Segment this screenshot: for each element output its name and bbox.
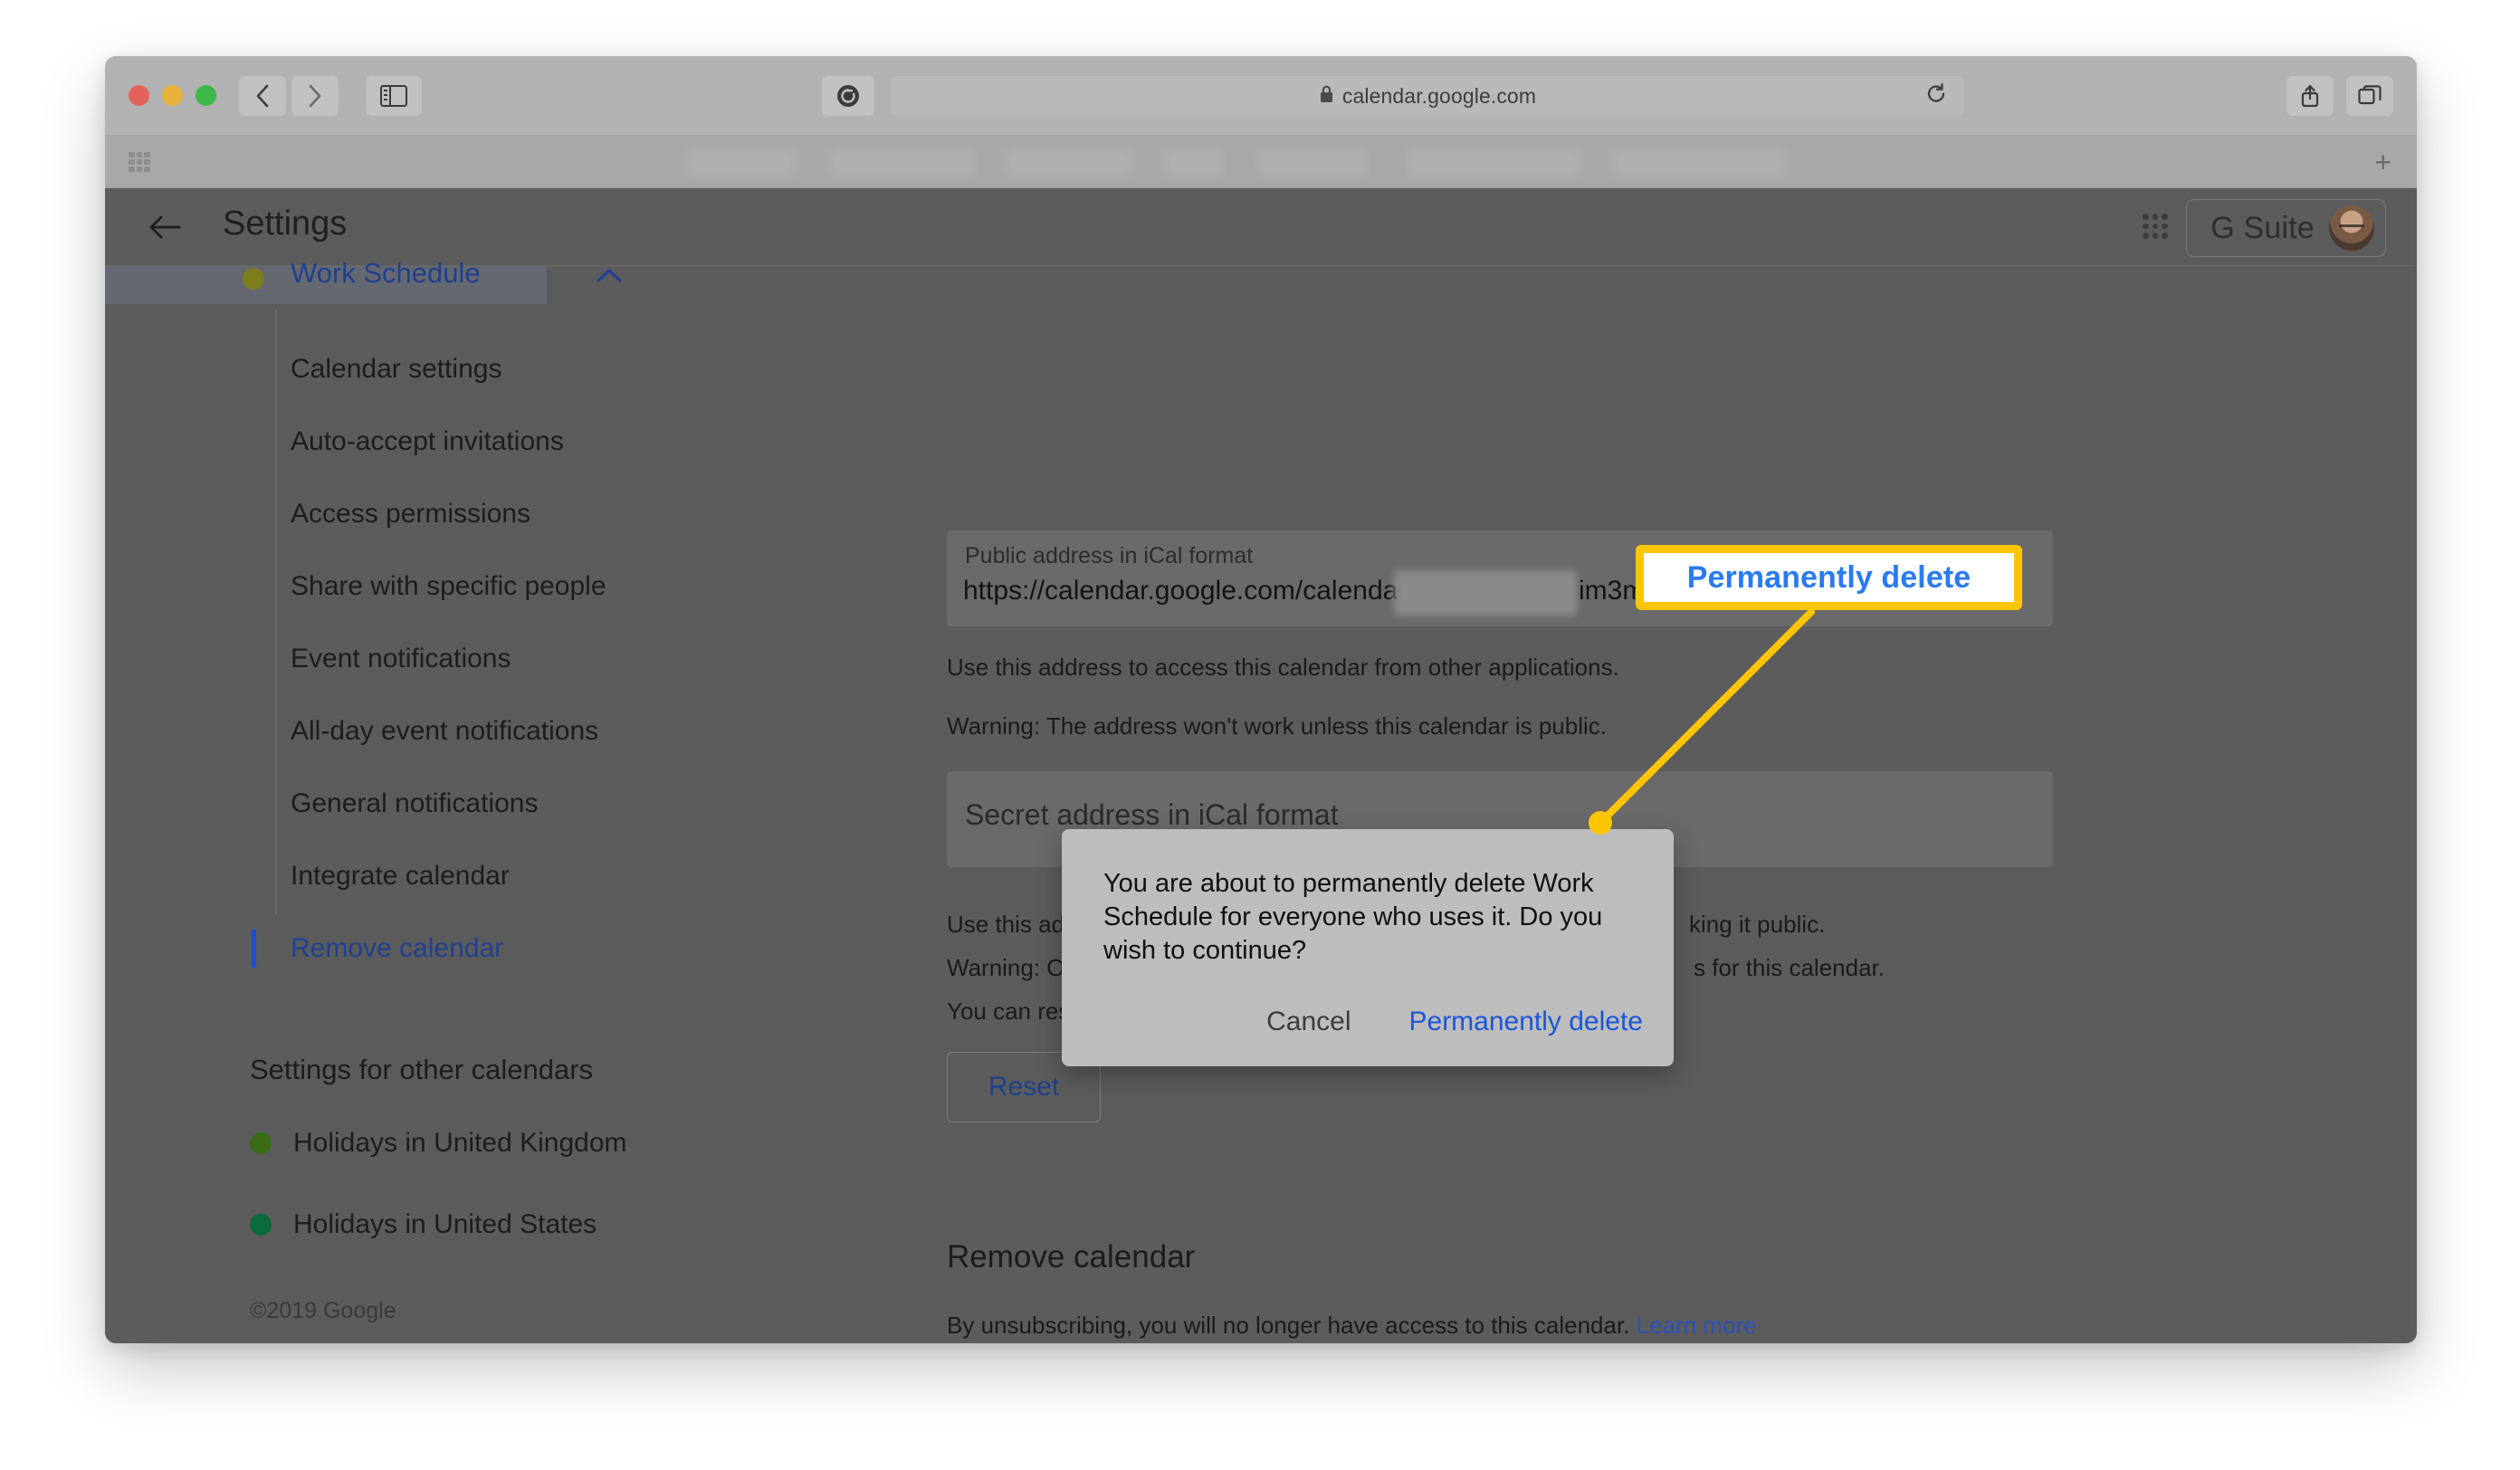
- sidebar-divider: [275, 310, 277, 914]
- bookmark-item[interactable]: [1164, 148, 1222, 176]
- sidebar-item-event-notifications[interactable]: Event notifications: [291, 644, 511, 674]
- maximize-window-button[interactable]: [196, 85, 216, 106]
- sidebar-item-integrate-calendar[interactable]: Integrate calendar: [291, 861, 510, 892]
- gsuite-account-chip[interactable]: G Suite: [2186, 199, 2386, 257]
- public-address-help: Use this address to access this calendar…: [947, 654, 1619, 681]
- cancel-button[interactable]: Cancel: [1266, 1007, 1351, 1037]
- unsubscribe-help: By unsubscribing, you will no longer hav…: [947, 1312, 1757, 1340]
- redacted-address-segment: [1394, 570, 1577, 616]
- public-address-prefix: https://calendar.google.com/calendar/ica…: [963, 576, 1463, 606]
- sidebar-item-general-notifications[interactable]: General notifications: [291, 788, 539, 819]
- public-address-label: Public address in iCal format: [965, 543, 1254, 568]
- window-controls: [129, 85, 216, 106]
- sidebar-item-share-with-specific-people[interactable]: Share with specific people: [291, 571, 606, 602]
- app-header: Settings G Suite: [105, 188, 2417, 266]
- settings-sidebar: Work Schedule Calendar settings Auto-acc…: [105, 257, 820, 1343]
- other-calendars-heading: Settings for other calendars: [250, 1054, 594, 1085]
- back-button[interactable]: [239, 76, 286, 116]
- secret-address-label: Secret address in iCal format: [965, 798, 1339, 831]
- sidebar-item-auto-accept-invitations[interactable]: Auto-accept invitations: [291, 426, 564, 457]
- bookmark-item[interactable]: [689, 148, 796, 176]
- reload-icon[interactable]: [1924, 82, 1948, 110]
- annotation-callout: Permanently delete: [1636, 545, 2022, 610]
- sidebar-other-calendar-uk[interactable]: Holidays in United Kingdom: [250, 1128, 627, 1159]
- dialog-message: You are about to permanently delete Work…: [1103, 869, 1603, 966]
- secret-warning-start: Warning: On: [947, 954, 1078, 981]
- minimize-window-button[interactable]: [162, 85, 183, 106]
- public-address-warning: Warning: The address won't work unless t…: [947, 712, 1607, 740]
- sidebar-toggle-button[interactable]: [366, 76, 422, 116]
- browser-toolbar: calendar.google.com: [105, 56, 2417, 136]
- page-title: Settings: [223, 205, 348, 243]
- sidebar-calendar-label: Work Schedule: [291, 257, 481, 289]
- sidebar-item-calendar-settings[interactable]: Calendar settings: [291, 354, 501, 385]
- permanently-delete-button[interactable]: Permanently delete: [1409, 1007, 1644, 1037]
- dialog-actions: Cancel Permanently delete: [1266, 1007, 1643, 1037]
- bookmark-item[interactable]: [1006, 148, 1132, 176]
- bookmark-item[interactable]: [1612, 148, 1784, 176]
- annotation-callout-text: Permanently delete: [1686, 559, 1971, 595]
- secret-reset-help: You can res: [947, 998, 1071, 1025]
- calendar-settings-app: Settings G Suite Work Schedule Calendar …: [105, 188, 2417, 1343]
- other-calendar-label: Holidays in United Kingdom: [293, 1128, 627, 1158]
- browser-window: calendar.google.com + Settings G Suite W…: [105, 56, 2417, 1343]
- bookmark-item[interactable]: [1408, 148, 1580, 176]
- reader-view-button[interactable]: [822, 76, 874, 116]
- sidebar-calendar-work-schedule[interactable]: Work Schedule: [105, 257, 622, 304]
- avatar[interactable]: [2329, 205, 2374, 251]
- tab-overview-button[interactable]: [2346, 76, 2393, 116]
- secret-help-start: Use this add: [947, 911, 1078, 938]
- forward-button[interactable]: [291, 76, 339, 116]
- chevron-up-icon[interactable]: [594, 266, 625, 291]
- bookmarks-bar: +: [105, 136, 2417, 188]
- close-window-button[interactable]: [129, 85, 149, 106]
- calendar-color-dot: [243, 268, 264, 290]
- calendar-color-dot: [250, 1214, 272, 1236]
- sidebar-item-all-day-event-notifications[interactable]: All-day event notifications: [291, 716, 598, 747]
- bookmark-item[interactable]: [829, 148, 974, 176]
- lock-icon: [1319, 84, 1334, 108]
- gsuite-label: G Suite: [2210, 210, 2315, 245]
- new-tab-button[interactable]: +: [2374, 147, 2391, 177]
- navigation-buttons: [239, 76, 339, 116]
- active-item-indicator: [252, 930, 256, 968]
- remove-calendar-heading: Remove calendar: [947, 1239, 1196, 1274]
- unsubscribe-learn-more-link[interactable]: Learn more: [1637, 1312, 1757, 1339]
- url-text: calendar.google.com: [1341, 83, 1537, 108]
- calendar-color-dot: [250, 1132, 272, 1154]
- other-calendar-label: Holidays in United States: [293, 1209, 597, 1239]
- bookmark-item[interactable]: [1259, 148, 1366, 176]
- sidebar-other-calendar-us[interactable]: Holidays in United States: [250, 1209, 597, 1240]
- settings-main-panel: Public address in iCal format https://ca…: [820, 266, 2417, 1343]
- google-apps-grid-icon[interactable]: [2143, 214, 2168, 239]
- bookmarks-grid-icon[interactable]: [129, 152, 150, 172]
- sidebar-item-access-permissions[interactable]: Access permissions: [291, 499, 530, 530]
- toolbar-right-buttons: [2286, 76, 2393, 116]
- share-button[interactable]: [2286, 76, 2334, 116]
- secret-help-end: king it public.: [1689, 911, 1826, 938]
- sidebar-item-remove-calendar[interactable]: Remove calendar: [291, 933, 503, 964]
- page-scrollbar[interactable]: [2388, 266, 2408, 1343]
- confirm-delete-dialog: You are about to permanently delete Work…: [1062, 829, 1674, 1066]
- copyright-text: ©2019 Google: [250, 1298, 396, 1323]
- secret-warning-end: s for this calendar.: [1694, 954, 1885, 981]
- address-bar[interactable]: calendar.google.com: [891, 76, 1964, 116]
- unsubscribe-help-text: By unsubscribing, you will no longer hav…: [947, 1312, 1630, 1339]
- back-arrow-icon[interactable]: [147, 208, 185, 246]
